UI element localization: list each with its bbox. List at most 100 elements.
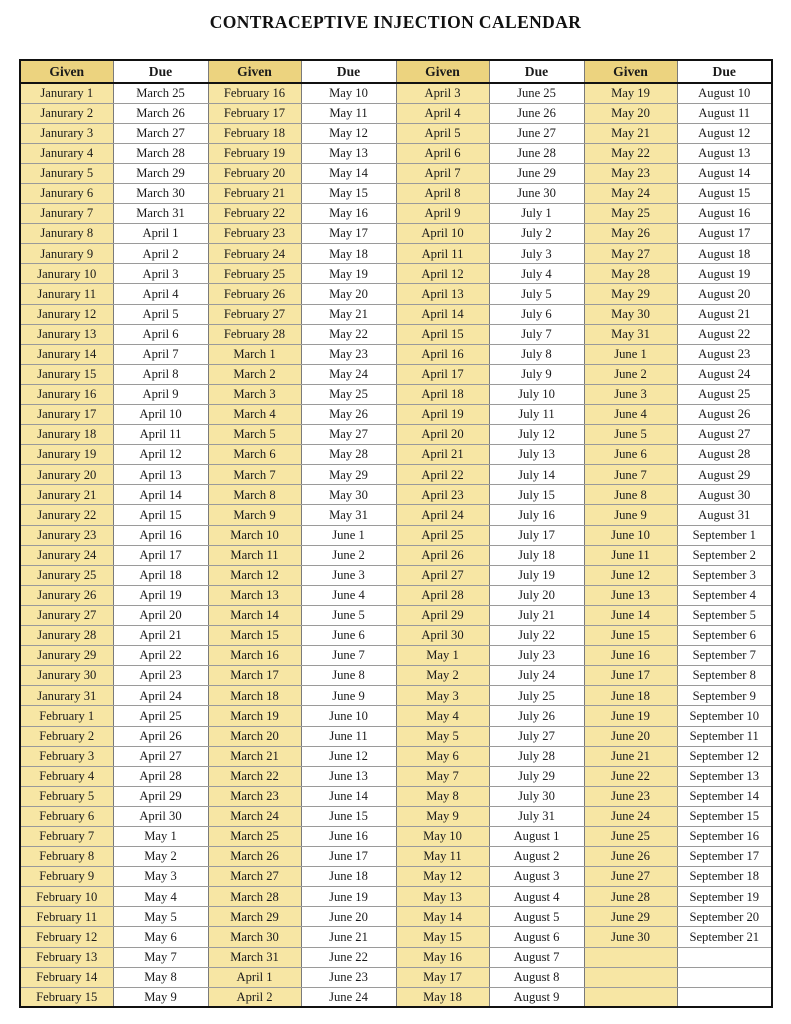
cell-given-1: Janurary 30 <box>19 665 114 687</box>
table-row: Janurary 28 April 21 March 15 June 6 April 3… <box>19 625 773 647</box>
cell-given-1: February 7 <box>19 825 114 848</box>
cell-due-3: July 4 <box>488 263 585 285</box>
cell-given-2: March 26 <box>207 846 302 868</box>
column-header-given-2: Given <box>207 60 302 84</box>
cell-due-3: July 21 <box>488 604 585 627</box>
cell-due-2: June 1 <box>300 524 397 546</box>
cell-given-4: June 4 <box>583 403 678 426</box>
cell-given-2: March 10 <box>207 524 302 546</box>
cell-due-2: May 15 <box>300 182 397 205</box>
table-row: Janurary 16 April 9 March 3 May 25 April 18 J… <box>19 383 773 406</box>
cell-given-4: June 11 <box>583 544 678 566</box>
cell-given-4: June 20 <box>583 725 678 747</box>
cell-given-2: February 25 <box>207 263 302 285</box>
cell-due-1: April 9 <box>112 383 209 406</box>
cell-given-1: February 4 <box>19 765 114 787</box>
cell-due-3: July 19 <box>488 564 585 586</box>
cell-given-4: June 15 <box>583 625 678 647</box>
cell-due-2: May 14 <box>300 162 397 184</box>
cell-due-1: April 13 <box>112 464 209 486</box>
cell-due-1: April 30 <box>112 805 209 827</box>
cell-due-4: August 27 <box>676 424 773 446</box>
cell-due-3: July 31 <box>488 805 585 827</box>
cell-given-3: April 20 <box>395 424 490 446</box>
cell-due-1: April 4 <box>112 283 209 305</box>
cell-given-4: May 19 <box>583 82 678 104</box>
cell-given-3: May 1 <box>395 645 490 667</box>
cell-given-3: May 9 <box>395 805 490 827</box>
cell-given-4: May 29 <box>583 283 678 305</box>
cell-due-3: August 7 <box>488 946 585 968</box>
cell-due-3: July 16 <box>488 504 585 526</box>
cell-given-4: June 28 <box>583 886 678 908</box>
table-body: Janurary 1 March 25 February 16 May 10 April… <box>19 82 773 1008</box>
cell-given-1: February 11 <box>19 906 114 928</box>
cell-given-2: February 28 <box>207 323 302 345</box>
cell-given-3: April 27 <box>395 564 490 586</box>
cell-given-2: March 3 <box>207 383 302 406</box>
cell-due-1: May 8 <box>112 966 209 988</box>
cell-given-1: Janurary 12 <box>19 303 114 325</box>
cell-due-3: August 9 <box>488 986 585 1008</box>
cell-given-1: Janurary 31 <box>19 685 114 707</box>
cell-due-2: June 2 <box>300 544 397 566</box>
cell-given-1: Janurary 8 <box>19 223 114 245</box>
cell-due-1: April 28 <box>112 765 209 787</box>
cell-given-2: March 20 <box>207 725 302 747</box>
cell-given-3: April 21 <box>395 444 490 466</box>
cell-due-4: August 23 <box>676 343 773 365</box>
cell-due-1: May 5 <box>112 906 209 928</box>
cell-due-3: June 28 <box>488 142 585 164</box>
cell-due-4: August 29 <box>676 464 773 486</box>
cell-due-4: September 21 <box>676 926 773 948</box>
cell-due-4: August 21 <box>676 303 773 325</box>
cell-due-1: April 8 <box>112 363 209 385</box>
cell-given-2: March 24 <box>207 805 302 827</box>
cell-due-2: June 24 <box>300 986 397 1008</box>
cell-given-3: April 5 <box>395 122 490 144</box>
cell-due-3: July 22 <box>488 625 585 647</box>
cell-due-4: September 12 <box>676 745 773 767</box>
cell-given-1: Janurary 6 <box>19 182 114 205</box>
cell-due-4: September 9 <box>676 685 773 707</box>
cell-due-2: June 20 <box>300 906 397 928</box>
cell-due-4: August 20 <box>676 283 773 305</box>
cell-given-1: Janurary 26 <box>19 584 114 606</box>
table-row: Janurary 25 April 18 March 12 June 3 April 2… <box>19 564 773 586</box>
table-row: Janurary 8 April 1 February 23 May 17 April … <box>19 223 773 245</box>
column-header-due-2: Due <box>300 60 397 84</box>
cell-given-4 <box>583 966 678 988</box>
cell-given-3: April 23 <box>395 484 490 506</box>
cell-given-2: February 23 <box>207 223 302 245</box>
cell-due-3: July 3 <box>488 243 585 265</box>
cell-given-1: Janurary 20 <box>19 464 114 486</box>
cell-due-4: August 15 <box>676 182 773 205</box>
table-row: Janurary 11 April 4 February 26 May 20 April… <box>19 283 773 305</box>
cell-given-2: March 4 <box>207 403 302 426</box>
cell-due-1: April 24 <box>112 685 209 707</box>
cell-due-1: May 1 <box>112 825 209 848</box>
cell-due-1: April 18 <box>112 564 209 586</box>
cell-given-4: June 25 <box>583 825 678 848</box>
cell-due-4 <box>676 966 773 988</box>
cell-given-4: June 16 <box>583 645 678 667</box>
cell-due-2: May 31 <box>300 504 397 526</box>
cell-due-1: April 23 <box>112 665 209 687</box>
table-row: Janurary 27 April 20 March 14 June 5 April 2… <box>19 604 773 627</box>
cell-due-2: May 22 <box>300 323 397 345</box>
cell-due-3: June 29 <box>488 162 585 184</box>
cell-due-2: June 14 <box>300 785 397 807</box>
table-row: February 15 May 9 April 2 June 24 May 18 Augu… <box>19 986 773 1008</box>
cell-given-1: Janurary 29 <box>19 645 114 667</box>
cell-given-4: June 8 <box>583 484 678 506</box>
cell-given-2: March 18 <box>207 685 302 707</box>
table-row: Janurary 20 April 13 March 7 May 29 April 22… <box>19 464 773 486</box>
table-row: February 11 May 5 March 29 June 20 May 14 Aug… <box>19 906 773 928</box>
table-row: Janurary 30 April 23 March 17 June 8 May 2 Ju… <box>19 665 773 687</box>
cell-due-1: March 30 <box>112 182 209 205</box>
cell-due-3: July 13 <box>488 444 585 466</box>
cell-given-3: May 15 <box>395 926 490 948</box>
cell-given-2: February 19 <box>207 142 302 164</box>
table-row: Janurary 13 April 6 February 28 May 22 April… <box>19 323 773 345</box>
cell-due-3: July 12 <box>488 424 585 446</box>
